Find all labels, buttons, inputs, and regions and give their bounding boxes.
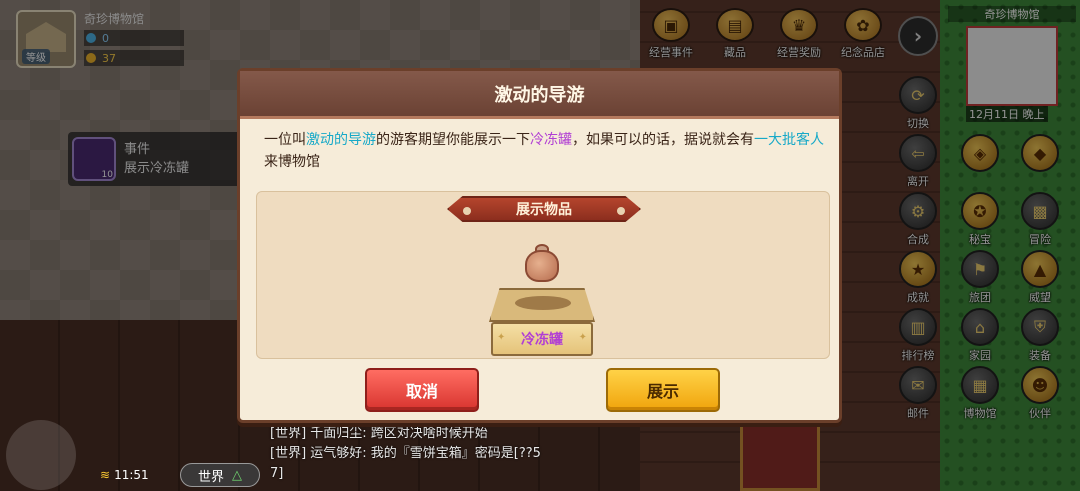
message-text: 一位叫 [264, 132, 306, 148]
dialog-title: 激动的导游 [494, 84, 585, 106]
sparkle-icon: ✦ [497, 332, 506, 343]
ribbon-stud [617, 207, 625, 215]
chat-channel-label: 世界 [197, 469, 224, 485]
chevron-up-icon: △ [232, 467, 242, 483]
chat-message: [世界] 运气够好: 我的『雪饼宝箱』密码是[??5 [270, 446, 541, 461]
dialog-message: 一位叫激动的导游的游客期望你能展示一下冷冻罐，如果可以的话，据说就会有一大批客人… [264, 129, 824, 173]
message-text: 的游客期望你能展示一下 [376, 132, 530, 148]
chat-log[interactable]: [世界] 千面归尘: 跨区对决啥时候开始 [世界] 运气够好: 我的『雪饼宝箱』… [270, 424, 541, 484]
display-button[interactable]: 展示 [606, 368, 720, 412]
display-label: 展示 [646, 382, 679, 401]
section-ribbon: 展示物品 [447, 196, 641, 222]
frozen-jar-icon[interactable] [525, 250, 559, 282]
bonus-highlight: 一大批客人 [754, 132, 824, 148]
message-text: 来博物馆 [264, 154, 320, 170]
ribbon-stud [463, 207, 471, 215]
handshake-icon[interactable] [6, 420, 76, 490]
message-text: ，如果可以的话，据说就会有 [572, 132, 754, 148]
cancel-label: 取消 [405, 382, 438, 401]
chat-channel-button[interactable]: 世界 △ [180, 463, 260, 487]
item-name-label: 冷冻罐 [521, 332, 563, 348]
pedestal-slot [515, 296, 571, 310]
display-item-panel: 展示物品 ✦ 冷冻罐 ✦ [256, 191, 830, 359]
item-name-highlight: 冷冻罐 [530, 132, 572, 148]
cancel-button[interactable]: 取消 [365, 368, 479, 412]
sparkle-icon: ✦ [578, 332, 587, 343]
section-title: 展示物品 [516, 202, 572, 218]
event-dialog: 激动的导游 一位叫激动的导游的游客期望你能展示一下冷冻罐，如果可以的话，据说就会… [237, 68, 842, 423]
guide-name-highlight: 激动的导游 [306, 132, 376, 148]
clock: ≋ 11:51 [100, 468, 149, 482]
chat-message-wrap: 7] [270, 466, 284, 481]
item-pedestal[interactable]: ✦ 冷冻罐 ✦ [491, 322, 593, 356]
chat-message: [世界] 千面归尘: 跨区对决啥时候开始 [270, 426, 488, 441]
clock-time: 11:51 [114, 468, 149, 482]
dialog-header: 激动的导游 [240, 71, 839, 119]
wifi-icon: ≋ [100, 468, 111, 482]
